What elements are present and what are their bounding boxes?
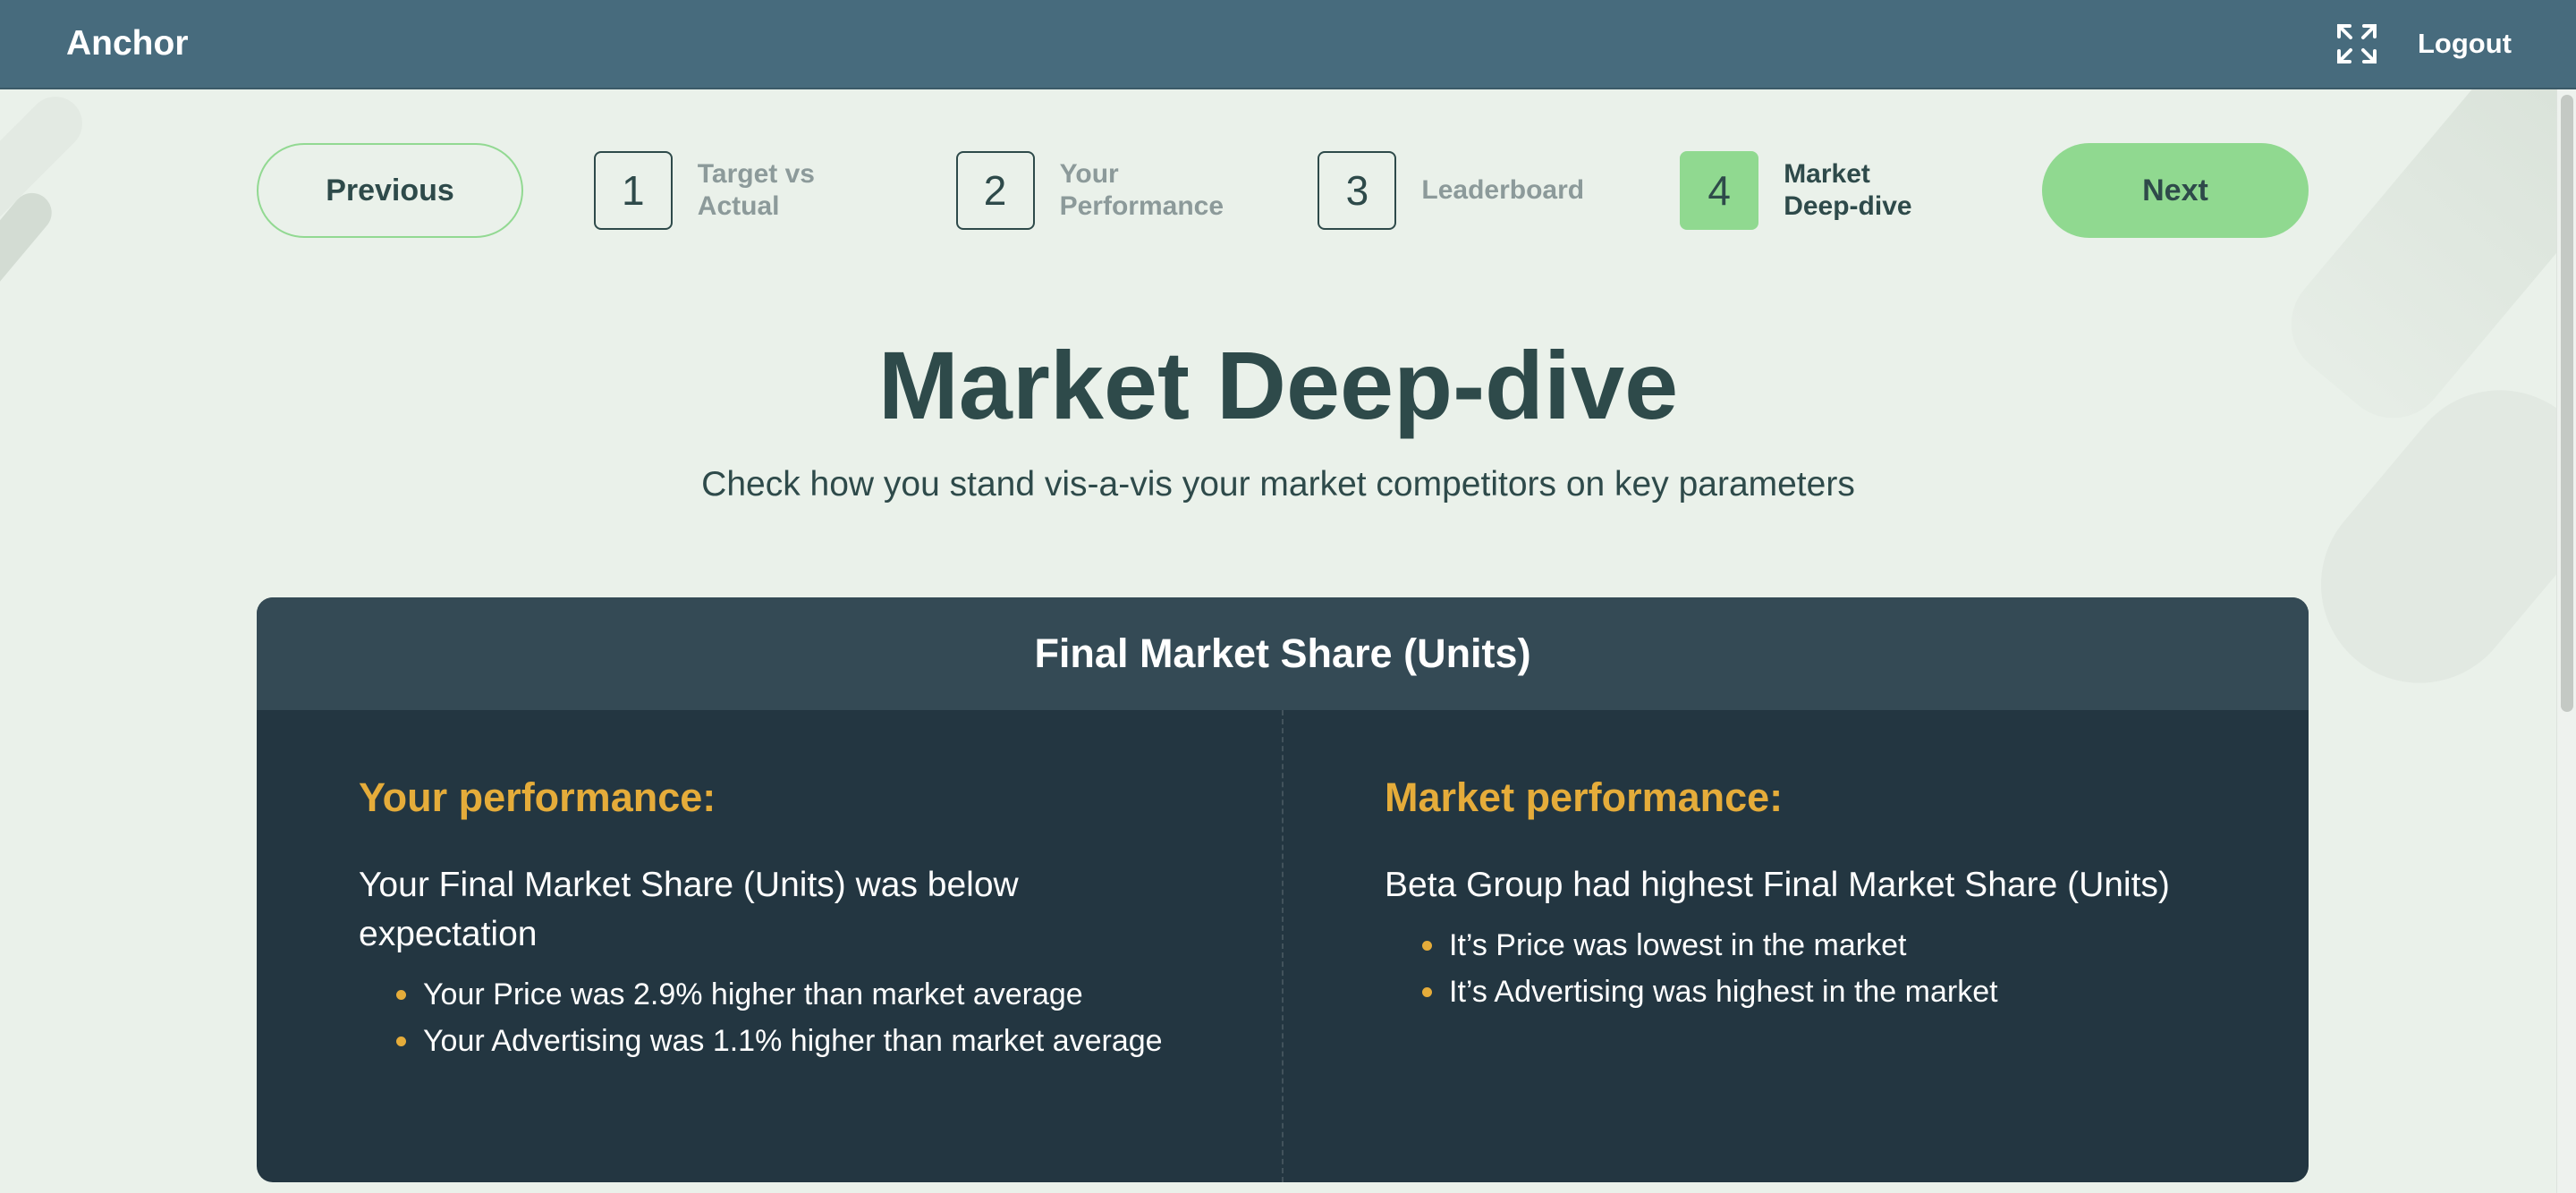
step-label-line: Leaderboard xyxy=(1421,175,1585,205)
step-label-line: Market xyxy=(1784,159,1870,189)
top-navigation-bar: Anchor Logout xyxy=(0,0,2576,89)
step-number: 3 xyxy=(1318,151,1397,230)
logout-button[interactable]: Logout xyxy=(2418,28,2512,60)
list-item: Your Advertising was 1.1% higher than ma… xyxy=(396,1018,1181,1064)
page-title: Market Deep-dive xyxy=(877,331,1679,439)
step-market-deep-dive[interactable]: 4 Market Deep-dive xyxy=(1680,151,1971,230)
step-label-line: Actual xyxy=(697,191,780,221)
market-share-card: Final Market Share (Units) Your performa… xyxy=(257,597,2309,1182)
fullscreen-icon[interactable] xyxy=(2335,22,2378,65)
market-performance-bullets: It’s Price was lowest in the market It’s… xyxy=(1385,922,2207,1015)
bullet-text: Your Advertising was 1.1% higher than ma… xyxy=(423,1024,1163,1058)
next-button[interactable]: Next xyxy=(2041,143,2309,238)
market-performance-column: Market performance: Beta Group had highe… xyxy=(1283,710,2309,1182)
page-subtitle: Check how you stand vis-a-vis your marke… xyxy=(701,465,1855,503)
previous-button[interactable]: Previous xyxy=(257,143,523,238)
bullet-text: It’s Advertising was highest in the mark… xyxy=(1449,975,1998,1009)
bullet-dot-icon xyxy=(1422,987,1432,997)
step-your-performance[interactable]: 2 Your Performance xyxy=(955,151,1248,230)
card-body: Your performance: Your Final Market Shar… xyxy=(257,710,2309,1182)
vertical-scrollbar[interactable] xyxy=(2556,89,2576,1193)
bullet-dot-icon xyxy=(396,1036,406,1046)
step-label-line: Deep-dive xyxy=(1784,191,1912,221)
step-label: Your Performance xyxy=(1060,158,1248,223)
your-performance-heading: Your performance: xyxy=(359,774,716,820)
step-number: 4 xyxy=(1680,151,1759,230)
scrollbar-thumb[interactable] xyxy=(2561,95,2573,712)
step-leaderboard[interactable]: 3 Leaderboard xyxy=(1318,151,1609,230)
market-performance-heading: Market performance: xyxy=(1385,774,1784,820)
step-number: 2 xyxy=(955,151,1035,230)
list-item: It’s Advertising was highest in the mark… xyxy=(1422,969,2207,1015)
bullet-text: It’s Price was lowest in the market xyxy=(1449,928,1907,962)
step-label-line: Your xyxy=(1059,159,1119,189)
header-actions: Logout xyxy=(2335,22,2512,65)
your-performance-bullets: Your Price was 2.9% higher than market a… xyxy=(359,971,1181,1064)
card-title: Final Market Share (Units) xyxy=(257,597,2309,710)
list-item: Your Price was 2.9% higher than market a… xyxy=(396,971,1181,1018)
step-label: Leaderboard xyxy=(1421,174,1609,207)
step-label: Target vs Actual xyxy=(698,158,886,223)
brand-logo[interactable]: Anchor xyxy=(66,24,189,63)
step-navigator: Previous 1 Target vs Actual 2 Your Perfo… xyxy=(257,143,2309,238)
list-item: It’s Price was lowest in the market xyxy=(1422,922,2207,969)
your-performance-column: Your performance: Your Final Market Shar… xyxy=(257,710,1283,1182)
step-label: Market Deep-dive xyxy=(1784,158,1971,223)
step-label-line: Target vs xyxy=(697,159,815,189)
bullet-dot-icon xyxy=(1422,941,1432,951)
your-performance-summary: Your Final Market Share (Units) was belo… xyxy=(359,866,1019,953)
bullet-dot-icon xyxy=(396,990,406,1000)
column-divider xyxy=(1282,710,1284,1182)
step-label-line: Performance xyxy=(1059,191,1224,221)
step-target-vs-actual[interactable]: 1 Target vs Actual xyxy=(593,151,886,230)
market-performance-summary: Beta Group had highest Final Market Shar… xyxy=(1385,866,2170,904)
bullet-text: Your Price was 2.9% higher than market a… xyxy=(423,977,1083,1011)
step-number: 1 xyxy=(593,151,673,230)
